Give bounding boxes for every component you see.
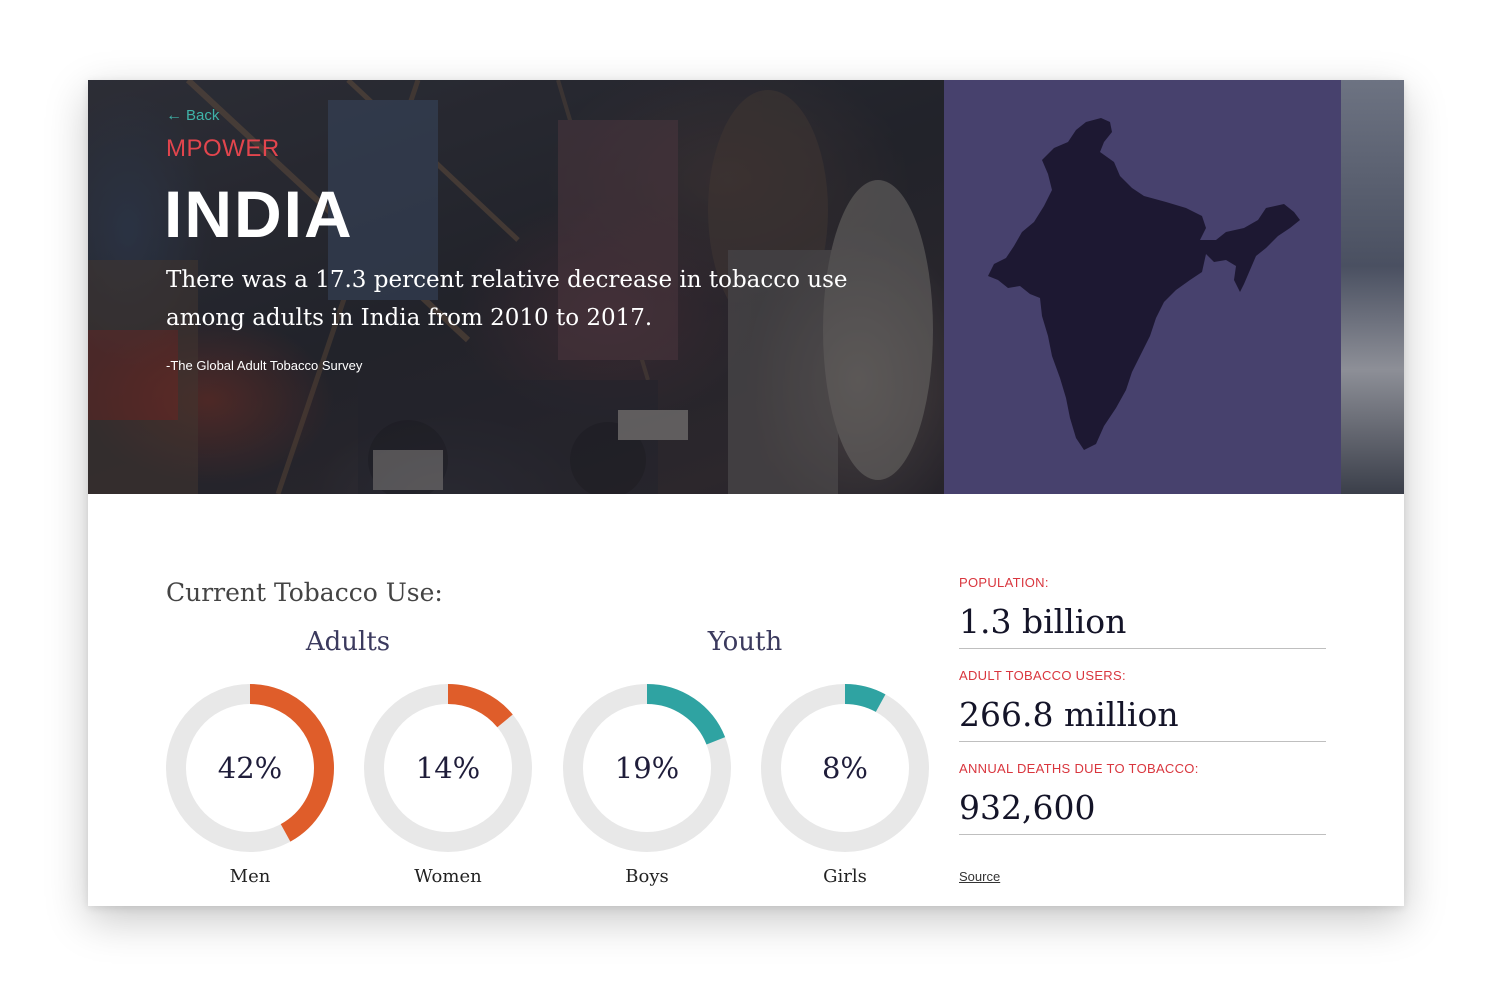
donut-value: 14% xyxy=(415,751,481,785)
stat-label: ADULT TOBACCO USERS: xyxy=(959,668,1126,683)
right-photo-strip xyxy=(1341,80,1404,494)
section-title: Current Tobacco Use: xyxy=(166,578,443,607)
donut-chart-men: 42% xyxy=(166,684,334,852)
brand-title: MPOWER xyxy=(166,135,280,162)
donut-label-men: Men xyxy=(229,866,271,887)
quote-attribution: -The Global Adult Tobacco Survey xyxy=(166,358,363,373)
country-map-panel xyxy=(944,80,1341,494)
back-link-label: Back xyxy=(186,107,220,124)
country-title: INDIA xyxy=(164,177,354,251)
donut-label-boys: Boys xyxy=(625,866,669,887)
hero-banner: ← Back MPOWER INDIA There was a 17.3 per… xyxy=(88,80,1404,494)
stat-annual-deaths: ANNUAL DEATHS DUE TO TOBACCO: 932,600 xyxy=(959,761,1326,835)
india-map xyxy=(988,118,1300,450)
donut-chart-girls: 8% xyxy=(761,684,929,852)
donut-chart-women: 14% xyxy=(364,684,532,852)
group-title-youth: Youth xyxy=(707,627,783,657)
back-link[interactable]: ← Back xyxy=(166,107,219,124)
group-title-adults: Adults xyxy=(305,627,391,657)
donut-label-women: Women xyxy=(414,866,482,887)
stat-value: 1.3 billion xyxy=(959,602,1326,649)
donut-value: 8% xyxy=(821,751,868,785)
stat-value: 266.8 million xyxy=(959,695,1326,742)
donut-label-girls: Girls xyxy=(823,866,867,887)
donut-value: 19% xyxy=(614,751,680,785)
stat-label: POPULATION: xyxy=(959,575,1049,590)
hero-quote: There was a 17.3 percent relative decrea… xyxy=(166,267,848,331)
arrow-left-icon: ← xyxy=(166,106,182,124)
country-profile-card: ← Back MPOWER INDIA There was a 17.3 per… xyxy=(88,80,1404,906)
stat-adult-tobacco-users: ADULT TOBACCO USERS: 266.8 million xyxy=(959,668,1326,742)
stat-population: POPULATION: 1.3 billion xyxy=(959,575,1326,649)
donut-value: 42% xyxy=(217,751,283,785)
stat-label: ANNUAL DEATHS DUE TO TOBACCO: xyxy=(959,761,1199,776)
source-link[interactable]: Source xyxy=(959,869,1000,884)
donut-chart-boys: 19% xyxy=(563,684,731,852)
stat-value: 932,600 xyxy=(959,788,1326,835)
